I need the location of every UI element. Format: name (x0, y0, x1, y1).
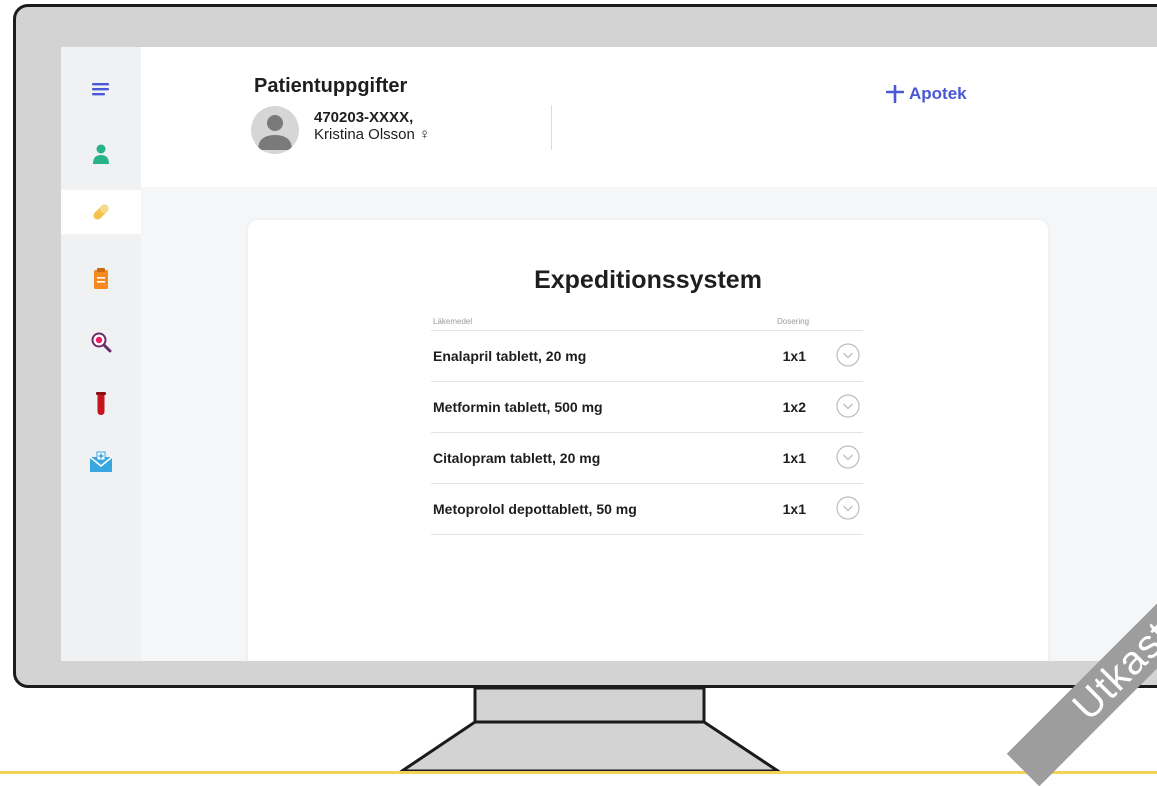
monitor-stand (397, 686, 783, 773)
